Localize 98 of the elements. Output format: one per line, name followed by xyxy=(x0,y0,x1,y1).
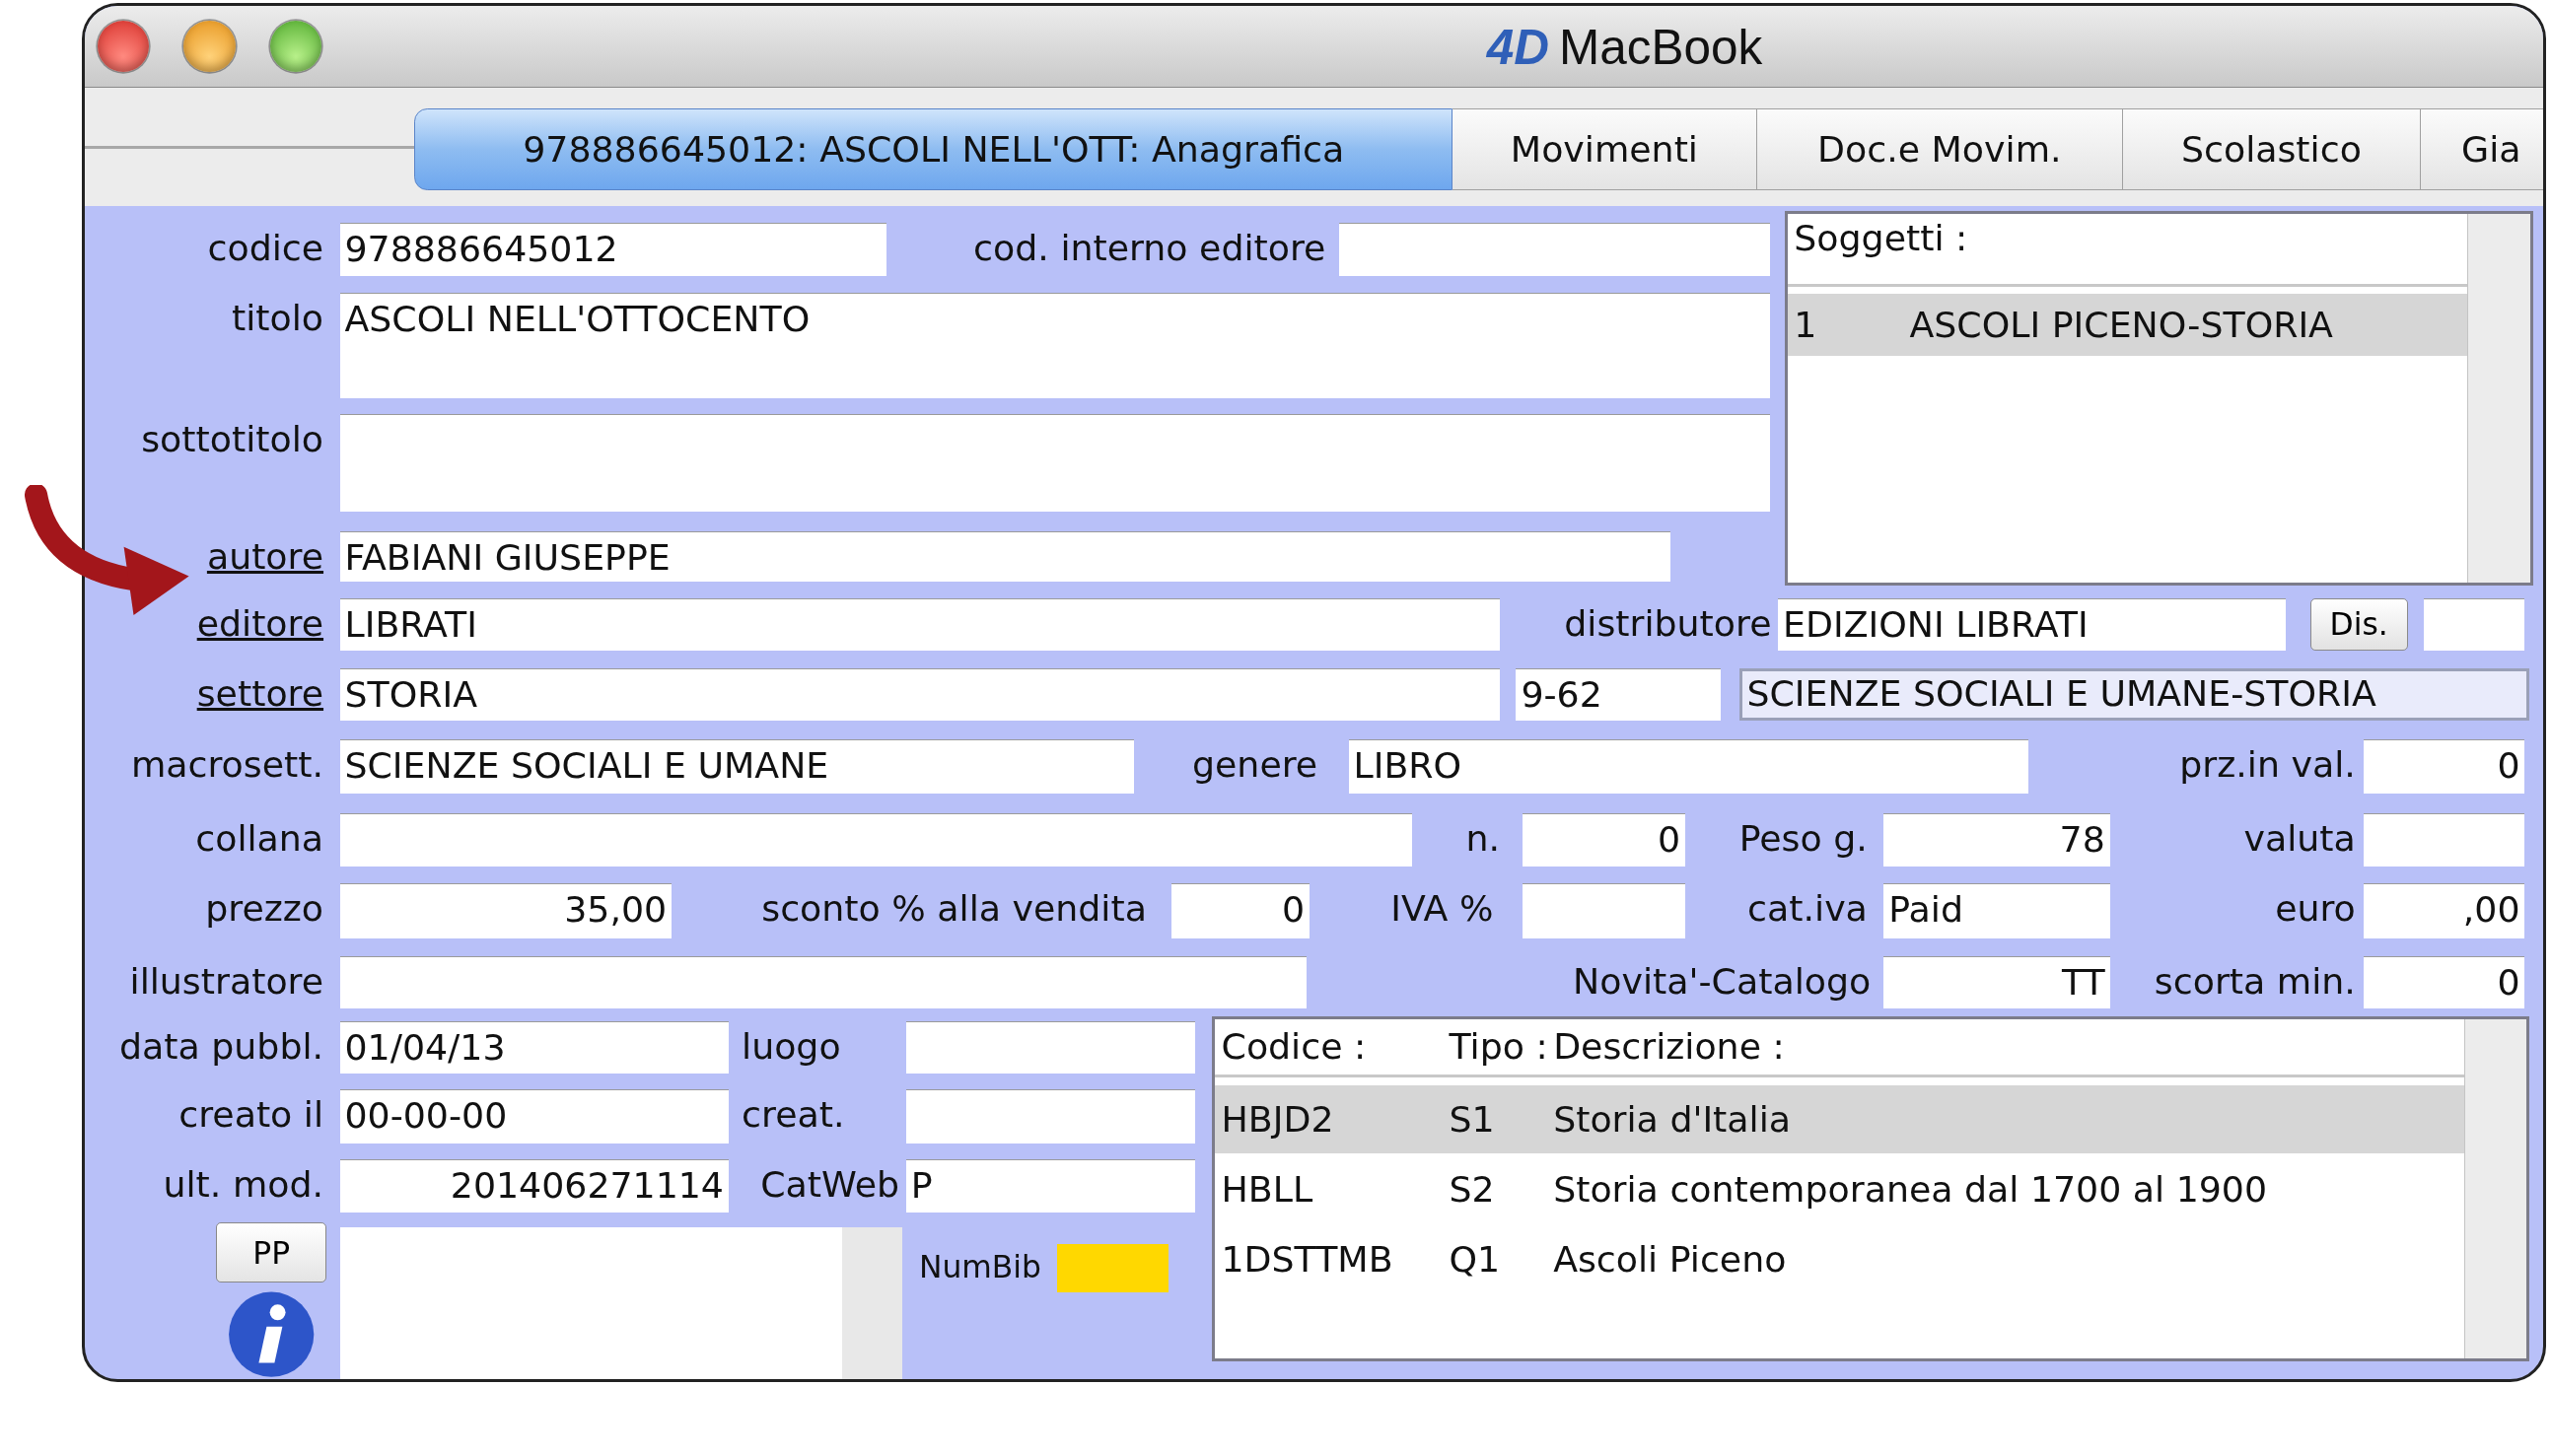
field-label: prz.in val. xyxy=(2178,742,2356,789)
text-field[interactable]: 0 xyxy=(1170,882,1310,938)
field-label: sottotitolo xyxy=(140,417,324,463)
text-field[interactable] xyxy=(905,1020,1196,1074)
zoom-button[interactable] xyxy=(269,20,322,73)
field-label: prezzo xyxy=(204,885,324,932)
text-field[interactable]: 0 xyxy=(1523,812,1686,867)
text-field[interactable]: ASCOLI NELL'OTTOCENTO xyxy=(339,292,1770,398)
text-field[interactable] xyxy=(1338,222,1770,277)
text-field[interactable]: LIBRO xyxy=(1348,739,2029,794)
text-field[interactable]: 9-62 xyxy=(1516,667,1722,721)
scrollbar[interactable] xyxy=(2463,1018,2527,1358)
column-header: Descrizione : xyxy=(1553,1025,1785,1069)
close-button[interactable] xyxy=(97,20,150,73)
column-header: Tipo : xyxy=(1449,1025,1549,1069)
text-field[interactable] xyxy=(905,1089,1196,1144)
text-field[interactable]: 978886645012 xyxy=(339,222,886,277)
table-cell-text: S2 xyxy=(1449,1168,1496,1212)
field-label: n. xyxy=(1464,815,1500,862)
list-header: Soggetti : xyxy=(1794,217,1968,260)
text-field[interactable]: LIBRATI xyxy=(339,597,1500,651)
table-row[interactable]: HBJD2 S1 Storia d'Italia xyxy=(1214,1085,2464,1154)
table-row[interactable]: 1DSTTMB Q1 Ascoli Piceno xyxy=(1214,1225,2464,1294)
text-field[interactable]: 0 xyxy=(2364,739,2525,794)
table-cell-text: 1DSTTMB xyxy=(1220,1238,1394,1282)
list-cell-text: 1 xyxy=(1794,303,1818,346)
field-link[interactable]: editore xyxy=(196,601,324,645)
field-label: euro xyxy=(2274,885,2356,932)
tab[interactable]: Gia xyxy=(2420,108,2544,190)
distributor-button[interactable]: Dis. xyxy=(2309,597,2408,651)
field-label: distributore xyxy=(1563,600,1772,647)
text-field[interactable]: 35,00 xyxy=(339,882,673,938)
text-field[interactable]: P xyxy=(905,1159,1196,1213)
text-field[interactable]: 00-00-00 xyxy=(339,1089,729,1144)
text-field[interactable]: TT xyxy=(1883,955,2110,1008)
field-label: Novita'-Catalogo xyxy=(1572,958,1872,1005)
tab[interactable]: 978886645012: ASCOLI NELL'OTT: Anagrafica xyxy=(414,108,1453,190)
table-cell-text: Q1 xyxy=(1449,1238,1502,1282)
table-cell-text: S1 xyxy=(1449,1098,1496,1142)
text-field[interactable]: SCIENZE SOCIALI E UMANE xyxy=(339,739,1134,794)
text-field[interactable] xyxy=(339,812,1412,867)
text-field[interactable]: ,00 xyxy=(2364,882,2525,938)
minimize-button[interactable] xyxy=(183,20,236,73)
table-row[interactable]: HBLL S2 Storia contemporanea dal 1700 al 1900 xyxy=(1214,1155,2464,1224)
text-field[interactable] xyxy=(339,414,1770,513)
table-cell: Ascoli Piceno xyxy=(1553,1238,1787,1282)
field-label: ult. mod. xyxy=(162,1162,324,1208)
text-field[interactable] xyxy=(339,955,1307,1008)
field-label: creat. xyxy=(742,1092,846,1139)
text-field[interactable]: EDIZIONI LIBRATI xyxy=(1778,597,2286,651)
field-label: Peso g. xyxy=(1737,815,1868,862)
field-label: CatWeb xyxy=(759,1162,900,1208)
field-label: illustratore xyxy=(128,958,324,1005)
text-field[interactable]: 0 xyxy=(2364,955,2525,1008)
tab[interactable]: Doc.e Movim. xyxy=(1756,108,2123,190)
notes-field[interactable] xyxy=(339,1227,843,1380)
field-label: NumBib xyxy=(918,1248,1041,1286)
field-label: codice xyxy=(206,225,324,271)
field-label: IVA % xyxy=(1389,885,1494,932)
text-field[interactable]: SCIENZE SOCIALI E UMANE-STORIA xyxy=(1738,667,2530,721)
text-field[interactable]: 78 xyxy=(1883,812,2110,867)
table-cell-text: HBLL xyxy=(1220,1168,1314,1212)
tab[interactable]: Movimenti xyxy=(1453,108,1757,190)
field-label: genere xyxy=(1191,742,1318,789)
numbib-field[interactable] xyxy=(1057,1243,1169,1293)
tab[interactable]: Scolastico xyxy=(2122,108,2421,190)
column-header: Codice : xyxy=(1220,1025,1368,1069)
list-cell: ASCOLI PICENO-STORIA xyxy=(1909,303,2333,346)
field-label: titolo xyxy=(231,295,324,341)
window-title: MacBook xyxy=(1558,18,1763,75)
table-cell: Storia d'Italia xyxy=(1553,1098,1791,1142)
table-cell: Storia contemporanea dal 1700 al 1900 xyxy=(1553,1168,2268,1212)
field-label: luogo xyxy=(742,1023,842,1070)
field-label: cod. interno editore xyxy=(972,225,1326,271)
table-cell-text: HBJD2 xyxy=(1220,1098,1335,1142)
field-link[interactable]: autore xyxy=(206,535,324,579)
text-field[interactable]: STORIA xyxy=(339,667,1500,721)
list-row[interactable]: 1 ASCOLI PICENO-STORIA xyxy=(1787,294,2468,356)
field-label: cat.iva xyxy=(1746,885,1868,932)
field-label: valuta xyxy=(2242,815,2356,862)
field-link[interactable]: settore xyxy=(196,671,324,715)
text-field[interactable]: 01/04/13 xyxy=(339,1020,729,1074)
field-label: data pubbl. xyxy=(118,1023,324,1070)
scrollbar[interactable] xyxy=(2467,214,2530,583)
text-field[interactable] xyxy=(2424,597,2525,651)
text-field[interactable] xyxy=(1523,882,1686,938)
text-field[interactable]: 201406271114 xyxy=(339,1159,729,1213)
scrollbar[interactable] xyxy=(842,1227,903,1380)
text-field[interactable] xyxy=(2364,812,2525,867)
app-logo: 4D xyxy=(1486,18,1550,75)
field-label: collana xyxy=(194,815,324,862)
field-label: scorta min. xyxy=(2153,958,2356,1005)
field-label: creato il xyxy=(177,1092,324,1139)
field-label: sconto % alla vendita xyxy=(760,885,1147,932)
text-field[interactable]: FABIANI GIUSEPPE xyxy=(339,531,1671,583)
text-field[interactable]: Paid xyxy=(1883,882,2110,938)
field-label: macrosett. xyxy=(129,742,324,789)
pp-button[interactable]: PP xyxy=(216,1222,327,1283)
